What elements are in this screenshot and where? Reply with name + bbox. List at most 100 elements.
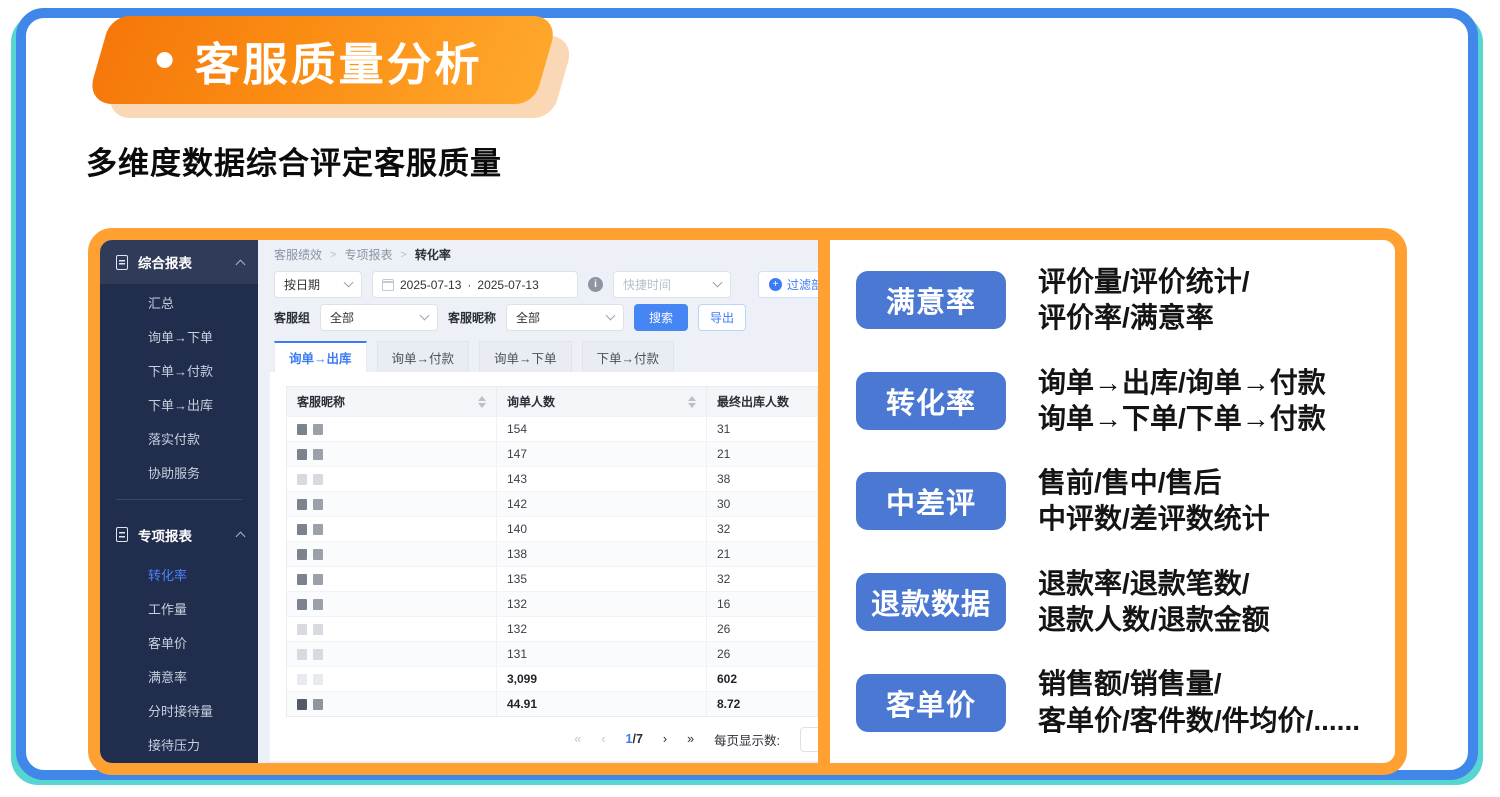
sidebar: 综合报表汇总询单→下单下单→付款下单→出库落实付款协助服务专项报表转化率工作量客… (100, 240, 258, 763)
sidebar-group-1[interactable]: 综合报表 (100, 240, 258, 285)
sidebar-item[interactable]: 工作量 (100, 591, 258, 625)
filter-bar: 按日期 2025-07-13 · 2025-07-13 i 快捷时间 (258, 265, 818, 331)
table-row[interactable]: 13126 (287, 641, 817, 666)
date-range-input[interactable]: 2025-07-13 · 2025-07-13 (372, 271, 578, 298)
breadcrumb-item[interactable]: 专项报表 (344, 246, 392, 263)
feature-description: 退款率/退款笔数/退款人数/退款金额 (1038, 566, 1270, 639)
page-size-label: 每页显示数: (714, 730, 780, 749)
column-header-label: 询单人数 (507, 393, 555, 410)
table-row[interactable]: 44.918.72 (287, 691, 817, 716)
info-icon[interactable]: i (588, 277, 603, 292)
tab-active[interactable]: 询单→出库 (274, 341, 367, 372)
table-row[interactable]: 14721 (287, 441, 817, 466)
breadcrumb-item[interactable]: 客服绩效 (274, 246, 322, 263)
quick-time-select[interactable]: 快捷时间 (613, 271, 731, 298)
column-header[interactable]: 客服昵称 (287, 387, 497, 416)
panel-divider (818, 240, 830, 763)
document-icon (116, 255, 128, 270)
date-end-value: 2025-07-13 (477, 278, 538, 292)
sort-icon[interactable] (478, 396, 486, 408)
nickname-select[interactable]: 全部 (506, 304, 624, 331)
page-title: 客服质量分析 (195, 28, 483, 93)
table-row[interactable]: 13821 (287, 541, 817, 566)
table-row[interactable]: 15431 (287, 416, 817, 441)
page-size-select[interactable] (800, 727, 818, 752)
censored-name-block (297, 574, 307, 585)
table-row[interactable]: 13532 (287, 566, 817, 591)
sidebar-item[interactable]: 下单→出库 (100, 387, 258, 421)
sidebar-item[interactable]: 汇总 (100, 285, 258, 319)
feature-badge-button[interactable]: 退款数据 (856, 573, 1006, 631)
table-card: 客服昵称询单人数 最终出库人数 1543114721143381423014032… (270, 372, 818, 761)
outbound-count-cell: 32 (707, 567, 817, 591)
tab-bar: 询单→出库询单→付款询单→下单下单→付款 (258, 331, 818, 372)
date-mode-select[interactable]: 按日期 (274, 271, 362, 298)
censored-name-block (297, 449, 307, 460)
sidebar-item[interactable]: 下单→付款 (100, 353, 258, 387)
date-mode-value: 按日期 (284, 276, 320, 293)
feature-badge-button[interactable]: 转化率 (856, 372, 1006, 430)
prev-page-button[interactable]: ‹ (601, 732, 605, 746)
outbound-count-cell: 21 (707, 442, 817, 466)
sidebar-item[interactable]: 接待压力 (100, 727, 258, 761)
tab-item[interactable]: 下单→付款 (582, 341, 675, 372)
sidebar-item[interactable]: 询单→下单 (100, 319, 258, 353)
last-page-button[interactable]: » (687, 732, 694, 746)
table-row[interactable]: 3,099602 (287, 666, 817, 691)
first-page-button[interactable]: « (574, 732, 581, 746)
nickname-select-value: 全部 (516, 309, 540, 326)
column-header[interactable]: 最终出库人数 (707, 387, 817, 416)
inquiry-count-cell: 154 (497, 417, 707, 441)
nickname-cell (287, 417, 497, 441)
pagination: « ‹ 1/7 › » 每页显示数: (286, 717, 818, 761)
censored-name-block (297, 674, 307, 685)
censored-name-block (297, 699, 307, 710)
feature-badge-button[interactable]: 满意率 (856, 271, 1006, 329)
next-page-button[interactable]: › (663, 732, 667, 746)
sort-icon[interactable] (688, 396, 696, 408)
outbound-count-cell: 31 (707, 417, 817, 441)
sidebar-group-label: 专项报表 (138, 525, 192, 545)
nickname-cell (287, 642, 497, 666)
breadcrumb-item[interactable]: 转化率 (415, 246, 451, 263)
quick-time-placeholder: 快捷时间 (623, 276, 671, 293)
table-row[interactable]: 14230 (287, 491, 817, 516)
tab-item[interactable]: 询单→付款 (377, 341, 470, 372)
censored-name-block (313, 624, 323, 635)
table-row[interactable]: 14032 (287, 516, 817, 541)
inquiry-count-cell: 135 (497, 567, 707, 591)
nickname-cell (287, 617, 497, 641)
search-button[interactable]: 搜索 (634, 304, 688, 331)
sidebar-item[interactable]: 协助服务 (100, 455, 258, 489)
sort-desc-icon (688, 403, 696, 408)
censored-name-block (313, 499, 323, 510)
sidebar-item[interactable]: 满意率 (100, 659, 258, 693)
table-row[interactable]: 13216 (287, 591, 817, 616)
feature-badge-button[interactable]: 中差评 (856, 472, 1006, 530)
sidebar-item[interactable]: 客单价 (100, 625, 258, 659)
outbound-count-cell: 30 (707, 492, 817, 516)
column-header-label: 最终出库人数 (717, 393, 789, 410)
chevron-down-icon (606, 311, 616, 321)
table-row[interactable]: 14338 (287, 466, 817, 491)
table-header: 客服昵称询单人数 最终出库人数 (287, 387, 817, 416)
sidebar-group-2[interactable]: 专项报表 (100, 512, 258, 557)
sidebar-item[interactable]: 落实付款 (100, 421, 258, 455)
feature-description: 销售额/销售量/客单价/客件数/件均价/...... (1038, 666, 1360, 739)
date-start-value: 2025-07-13 (400, 278, 461, 292)
tab-item[interactable]: 询单→下单 (479, 341, 572, 372)
group-select[interactable]: 全部 (320, 304, 438, 331)
sidebar-item[interactable]: 转化率 (100, 557, 258, 591)
table-row[interactable]: 13226 (287, 616, 817, 641)
title-banner: 客服质量分析 (86, 16, 559, 104)
filter-departments-button[interactable]: + 过滤部门 (758, 271, 818, 298)
feature-description-line: 客单价/客件数/件均价/...... (1038, 703, 1360, 739)
export-button[interactable]: 导出 (698, 304, 746, 331)
inquiry-count-cell: 147 (497, 442, 707, 466)
feature-badge-button[interactable]: 客单价 (856, 674, 1006, 732)
feature-description: 售前/售中/售后中评数/差评数统计 (1038, 465, 1270, 538)
sidebar-item[interactable]: 分时接待量 (100, 693, 258, 727)
column-header[interactable]: 询单人数 (497, 387, 707, 416)
feature-description-line: 中评数/差评数统计 (1038, 501, 1270, 537)
censored-name-block (313, 449, 323, 460)
